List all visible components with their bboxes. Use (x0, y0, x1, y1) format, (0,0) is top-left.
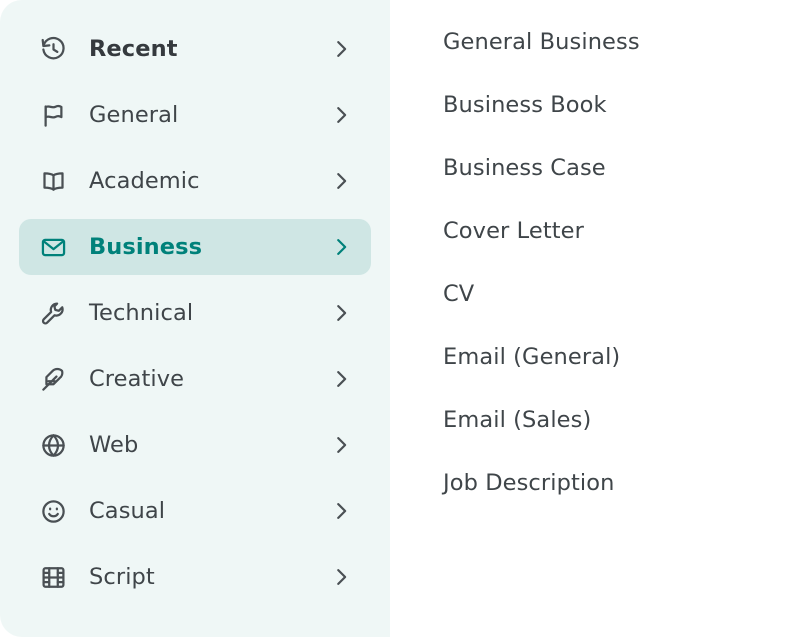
sidebar-item-web[interactable]: Web (19, 417, 371, 473)
template-list-item-label: Cover Letter (443, 217, 584, 244)
sidebar-item-academic[interactable]: Academic (19, 153, 371, 209)
template-list-item-label: Business Case (443, 154, 606, 181)
feather-icon (38, 364, 68, 394)
wrench-icon (38, 298, 68, 328)
template-list-item[interactable]: Business Book (443, 85, 810, 125)
sidebar-item-label: Recent (89, 35, 178, 62)
template-list-item-label: General Business (443, 28, 640, 55)
template-picker-panel: Recent General Academic Business Technical Cr… (0, 0, 810, 637)
sidebar-item-business[interactable]: Business (19, 219, 371, 275)
envelope-icon (38, 232, 68, 262)
chevron-right-icon[interactable] (329, 103, 353, 127)
sidebar-item-creative[interactable]: Creative (19, 351, 371, 407)
sidebar-item-general[interactable]: General (19, 87, 371, 143)
sidebar-item-technical[interactable]: Technical (19, 285, 371, 341)
sidebar-item-script[interactable]: Script (19, 549, 371, 605)
template-list-item[interactable]: Cover Letter (443, 211, 810, 251)
film-icon (38, 562, 68, 592)
chevron-right-icon[interactable] (329, 433, 353, 457)
chevron-right-icon[interactable] (329, 301, 353, 325)
template-list-item[interactable]: CV (443, 274, 810, 314)
template-list-panel: General Business Business Book Business Ca… (390, 0, 810, 637)
template-list-item[interactable]: Business Case (443, 148, 810, 188)
sidebar-item-recent[interactable]: Recent (19, 21, 371, 77)
template-list-item-label: CV (443, 280, 475, 307)
template-list-item[interactable]: Job Description (443, 463, 810, 503)
template-list-item-label: Email (General) (443, 343, 621, 370)
sidebar-item-label: Business (89, 233, 203, 260)
sidebar-item-label: Creative (89, 365, 185, 392)
chevron-right-icon[interactable] (329, 37, 353, 61)
template-list-item-label: Business Book (443, 91, 607, 118)
template-list-item[interactable]: General Business (443, 22, 810, 62)
template-list-item[interactable]: Email (Sales) (443, 400, 810, 440)
book-open-icon (38, 166, 68, 196)
flag-icon (38, 100, 68, 130)
chevron-right-icon[interactable] (329, 565, 353, 589)
smiley-icon (38, 496, 68, 526)
chevron-right-icon[interactable] (329, 235, 353, 259)
sidebar-item-label: Web (89, 431, 139, 458)
globe-icon (38, 430, 68, 460)
chevron-right-icon[interactable] (329, 169, 353, 193)
sidebar-item-label: Academic (89, 167, 200, 194)
template-list-item[interactable]: Email (General) (443, 337, 810, 377)
chevron-right-icon[interactable] (329, 499, 353, 523)
sidebar-item-label: Technical (89, 299, 194, 326)
sidebar-item-label: Casual (89, 497, 166, 524)
category-sidebar: Recent General Academic Business Technical Cr… (0, 0, 390, 637)
sidebar-item-label: General (89, 101, 179, 128)
history-icon (38, 34, 68, 64)
sidebar-item-label: Script (89, 563, 155, 590)
template-list-item-label: Email (Sales) (443, 406, 592, 433)
template-list-item-label: Job Description (443, 469, 615, 496)
sidebar-item-casual[interactable]: Casual (19, 483, 371, 539)
chevron-right-icon[interactable] (329, 367, 353, 391)
